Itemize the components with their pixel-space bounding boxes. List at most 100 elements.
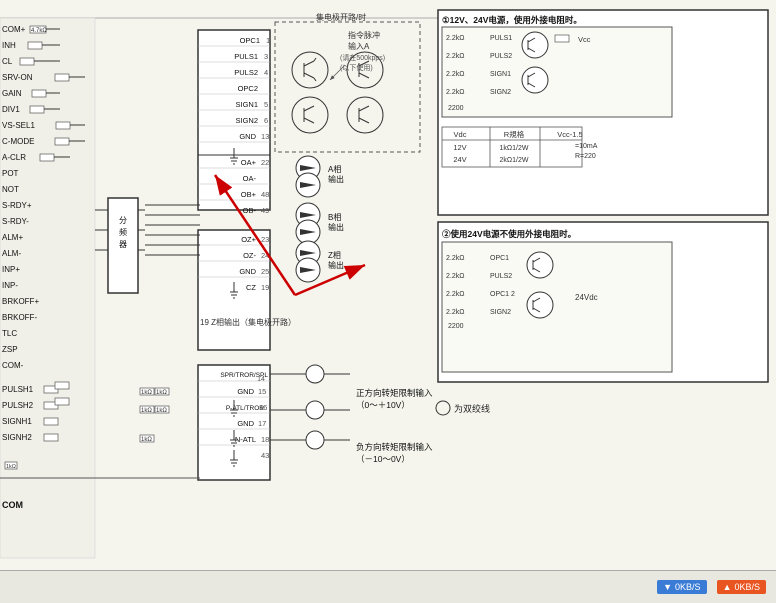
svg-text:INP+: INP+ xyxy=(2,265,20,274)
svg-text:1kΩ: 1kΩ xyxy=(141,437,152,443)
svg-text:OPC1: OPC1 xyxy=(240,36,260,45)
svg-text:2kΩ1/2W: 2kΩ1/2W xyxy=(500,157,529,164)
svg-text:②使用24V电源不使用外接电阻时。: ②使用24V电源不使用外接电阻时。 xyxy=(442,229,576,239)
svg-text:4.7kΩ: 4.7kΩ xyxy=(31,28,47,34)
svg-text:1kΩ: 1kΩ xyxy=(141,408,152,414)
svg-text:BRKOFF-: BRKOFF- xyxy=(2,313,37,322)
svg-text:为双绞线: 为双绞线 xyxy=(454,403,490,414)
status-bar: 0KB/S 0KB/S xyxy=(0,570,776,603)
svg-text:ALM+: ALM+ xyxy=(2,233,23,242)
svg-text:19: 19 xyxy=(261,283,269,292)
svg-text:2200: 2200 xyxy=(448,323,464,330)
svg-text:12V: 12V xyxy=(453,143,466,152)
svg-text:18: 18 xyxy=(261,435,269,444)
svg-text:TLC: TLC xyxy=(2,329,17,338)
svg-text:R=220: R=220 xyxy=(575,153,596,160)
up-arrow-icon xyxy=(723,582,732,592)
svg-text:C-MODE: C-MODE xyxy=(2,137,34,146)
svg-text:PULS2: PULS2 xyxy=(490,53,512,60)
svg-text:2.2kΩ: 2.2kΩ xyxy=(446,53,464,60)
svg-text:SIGN2: SIGN2 xyxy=(490,89,511,96)
svg-text:2.2kΩ: 2.2kΩ xyxy=(446,71,464,78)
svg-text:SIGN1: SIGN1 xyxy=(490,71,511,78)
svg-text:R規格: R規格 xyxy=(504,129,525,139)
svg-text:正方向转矩限制输入: 正方向转矩限制输入 xyxy=(356,388,433,398)
svg-text:指令脉冲: 指令脉冲 xyxy=(348,30,380,40)
svg-text:PULS1: PULS1 xyxy=(234,52,258,61)
svg-text:OB-: OB- xyxy=(243,206,257,215)
svg-text:OZ+: OZ+ xyxy=(241,235,256,244)
svg-text:R: R xyxy=(560,37,565,44)
svg-text:PULS2: PULS2 xyxy=(234,68,258,77)
svg-text:6: 6 xyxy=(264,116,268,125)
svg-text:VS-SEL1: VS-SEL1 xyxy=(2,121,35,130)
svg-text:B相: B相 xyxy=(328,212,341,222)
svg-text:SIGNH2: SIGNH2 xyxy=(2,433,32,442)
svg-text:3: 3 xyxy=(264,52,268,61)
svg-text:CZ: CZ xyxy=(246,283,256,292)
svg-text:（0～＋10V）: （0～＋10V） xyxy=(356,400,410,410)
svg-text:(请在500kpps): (请在500kpps) xyxy=(340,53,385,62)
svg-text:COM+: COM+ xyxy=(2,25,26,34)
svg-text:PULSH1: PULSH1 xyxy=(2,385,34,394)
svg-text:ZSP: ZSP xyxy=(2,345,18,354)
svg-text:SPR/TROR/SPL: SPR/TROR/SPL xyxy=(220,372,268,379)
svg-text:48: 48 xyxy=(261,190,269,199)
svg-text:16: 16 xyxy=(259,403,267,412)
svg-text:23: 23 xyxy=(261,235,269,244)
svg-text:COM: COM xyxy=(2,500,23,510)
svg-text:24: 24 xyxy=(261,251,269,260)
svg-text:4: 4 xyxy=(264,68,268,77)
svg-text:S-RDY+: S-RDY+ xyxy=(2,201,32,210)
svg-text:S-RDY-: S-RDY- xyxy=(2,217,29,226)
svg-text:2.2kΩ: 2.2kΩ xyxy=(446,291,464,298)
svg-text:1kΩ: 1kΩ xyxy=(141,390,152,396)
svg-text:13: 13 xyxy=(261,132,269,141)
svg-text:PULSH2: PULSH2 xyxy=(2,401,34,410)
circuit-diagram: COM+ 4.7kΩ INH CL SRV-ON GAIN DIV1 VS-SE… xyxy=(0,0,776,570)
svg-text:GND: GND xyxy=(237,419,254,428)
svg-text:N-ATL: N-ATL xyxy=(235,435,256,444)
svg-text:POT: POT xyxy=(2,169,19,178)
svg-text:BRKOFF+: BRKOFF+ xyxy=(2,297,39,306)
svg-text:5: 5 xyxy=(264,100,268,109)
svg-text:24V: 24V xyxy=(453,155,466,164)
svg-text:DIV1: DIV1 xyxy=(2,105,20,114)
svg-text:频: 频 xyxy=(119,227,127,237)
svg-text:SRV-ON: SRV-ON xyxy=(2,73,33,82)
svg-text:集电极开路/时: 集电极开路/时 xyxy=(316,12,366,22)
svg-text:P-ATL/TROR: P-ATL/TROR xyxy=(226,405,264,412)
svg-text:Vcc-1.5: Vcc-1.5 xyxy=(557,130,582,139)
svg-text:输出: 输出 xyxy=(328,222,344,232)
svg-text:PULS1: PULS1 xyxy=(490,35,512,42)
svg-text:OPC2: OPC2 xyxy=(238,84,258,93)
svg-text:GND: GND xyxy=(239,267,256,276)
svg-text:2.2kΩ: 2.2kΩ xyxy=(446,255,464,262)
svg-text:14: 14 xyxy=(257,376,265,383)
svg-text:ALM-: ALM- xyxy=(2,249,21,258)
svg-text:25: 25 xyxy=(261,267,269,276)
svg-text:NOT: NOT xyxy=(2,185,19,194)
svg-text:OB+: OB+ xyxy=(241,190,257,199)
svg-text:2.2kΩ: 2.2kΩ xyxy=(446,273,464,280)
download-speed-value: 0KB/S xyxy=(675,582,701,592)
svg-text:OPC1: OPC1 xyxy=(490,255,509,262)
svg-text:1kΩ: 1kΩ xyxy=(6,464,16,470)
svg-text:SIGN1: SIGN1 xyxy=(235,100,258,109)
svg-text:(以下使用): (以下使用) xyxy=(340,63,373,72)
svg-text:SIGN2: SIGN2 xyxy=(490,309,511,316)
svg-text:2200: 2200 xyxy=(448,105,464,112)
svg-text:43: 43 xyxy=(261,451,269,460)
svg-text:SIGN2: SIGN2 xyxy=(235,116,258,125)
svg-text:A-CLR: A-CLR xyxy=(2,153,26,162)
svg-text:Vdc: Vdc xyxy=(454,130,467,139)
svg-text:COM-: COM- xyxy=(2,361,24,370)
svg-text:1kΩ1/2W: 1kΩ1/2W xyxy=(500,145,529,152)
download-speed: 0KB/S xyxy=(657,580,706,594)
svg-text:49: 49 xyxy=(261,206,269,215)
svg-text:1kΩ: 1kΩ xyxy=(156,408,167,414)
svg-text:1kΩ: 1kΩ xyxy=(156,390,167,396)
svg-text:19 Z相输出（集电极开路）: 19 Z相输出（集电极开路） xyxy=(200,317,296,327)
svg-text:OZ-: OZ- xyxy=(243,251,256,260)
svg-text:17: 17 xyxy=(258,419,266,428)
